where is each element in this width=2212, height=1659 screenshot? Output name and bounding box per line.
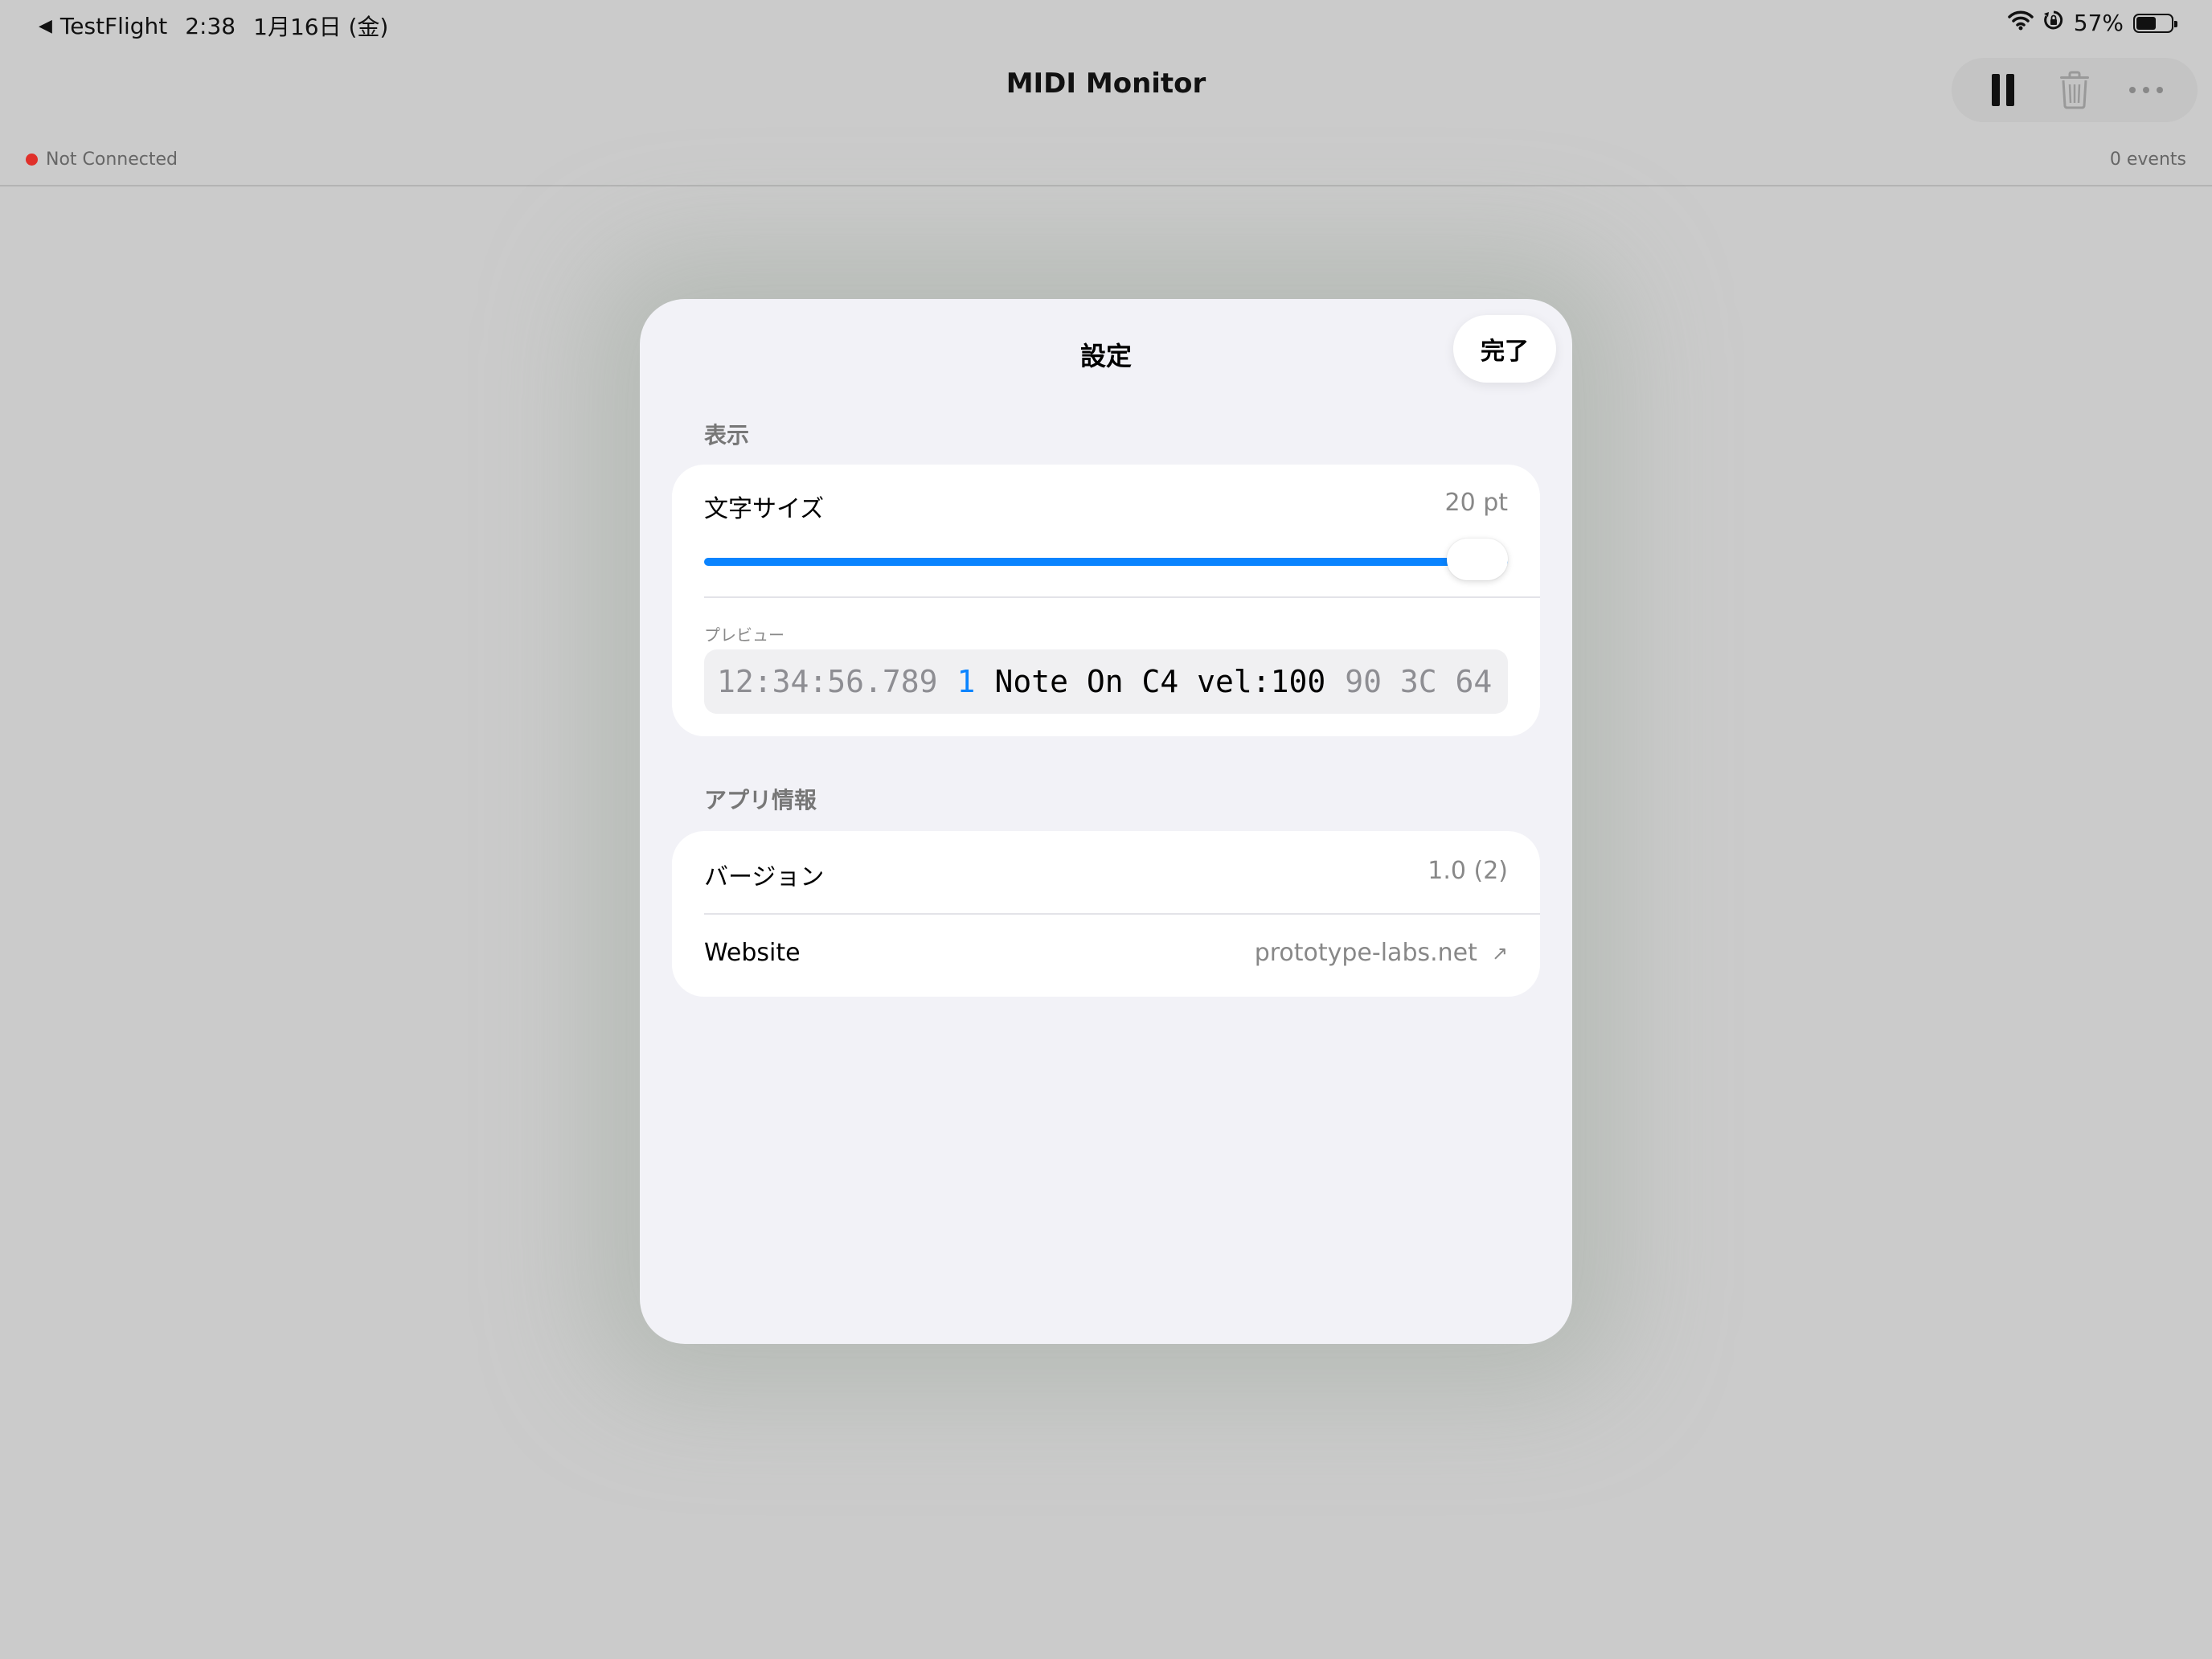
- external-link-icon: ↗: [1491, 941, 1508, 965]
- connection-info-bar: Not Connected 0 events: [0, 146, 2212, 186]
- font-size-value: 20 pt: [1444, 489, 1508, 517]
- slider-fill: [704, 558, 1508, 566]
- wifi-icon: [2008, 10, 2034, 36]
- status-time: 2:38: [185, 12, 236, 39]
- connection-status-label: Not Connected: [46, 150, 178, 170]
- status-right: 57%: [2008, 10, 2177, 36]
- more-icon: [2128, 87, 2163, 93]
- status-bar: ◀ TestFlight 2:38 1月16日 (金) 57%: [0, 0, 2212, 51]
- status-date: 1月16日 (金): [253, 14, 389, 40]
- font-size-slider[interactable]: [704, 539, 1508, 580]
- done-button[interactable]: 完了: [1453, 315, 1556, 383]
- slider-thumb[interactable]: [1447, 539, 1508, 580]
- preview-channel: 1: [956, 664, 976, 699]
- settings-title: 設定: [1079, 341, 1132, 371]
- app-info-divider: [704, 913, 1540, 915]
- preview-box: 12:34:56.789 1 Note On C4 vel:100 90 3C …: [704, 649, 1508, 714]
- preview-label: プレビュー: [704, 625, 784, 645]
- trash-button[interactable]: [2046, 62, 2103, 118]
- orientation-lock-icon: [2043, 10, 2064, 36]
- preview-timestamp: 12:34:56.789: [717, 664, 938, 699]
- event-count: 0 events: [2109, 150, 2186, 170]
- website-label[interactable]: Website: [704, 939, 801, 967]
- settings-sheet: 設定 完了 表示 文字サイズ 20 pt プレビュー 12:34:56.789 …: [640, 299, 1572, 1344]
- battery-icon: [2133, 13, 2177, 33]
- pause-button[interactable]: [1975, 62, 2031, 118]
- preview-message: Note On C4 vel:100: [994, 664, 1326, 699]
- preview-hex: 90 3C 64: [1345, 664, 1493, 699]
- more-button[interactable]: [2118, 62, 2174, 118]
- battery-level: [2136, 16, 2156, 30]
- status-left: ◀ TestFlight 2:38 1月16日 (金): [39, 10, 388, 42]
- font-size-label: 文字サイズ: [704, 495, 825, 523]
- connection-status: Not Connected: [26, 150, 178, 170]
- app-info-section-header: アプリ情報: [704, 787, 817, 813]
- version-value: 1.0 (2): [1428, 857, 1508, 885]
- display-divider: [704, 596, 1540, 598]
- back-to-app-label[interactable]: TestFlight: [60, 13, 167, 39]
- nav-title: MIDI Monitor: [1006, 68, 1206, 100]
- status-dot-icon: [26, 154, 38, 166]
- trash-icon: [2059, 71, 2089, 109]
- display-section-header: 表示: [704, 422, 750, 449]
- version-label: バージョン: [704, 863, 825, 891]
- website-value[interactable]: prototype-labs.net: [1255, 939, 1477, 967]
- nav-actions-group: [1952, 58, 2198, 122]
- pause-icon: [1992, 74, 2015, 106]
- back-to-app-icon[interactable]: ◀: [39, 16, 52, 36]
- app-info-card: バージョン 1.0 (2) Website prototype-labs.net…: [672, 831, 1540, 997]
- display-card: 文字サイズ 20 pt プレビュー 12:34:56.789 1 Note On…: [672, 465, 1540, 736]
- battery-tip: [2174, 20, 2177, 27]
- battery-percent: 57%: [2073, 10, 2124, 36]
- website-link[interactable]: prototype-labs.net ↗: [1255, 939, 1508, 967]
